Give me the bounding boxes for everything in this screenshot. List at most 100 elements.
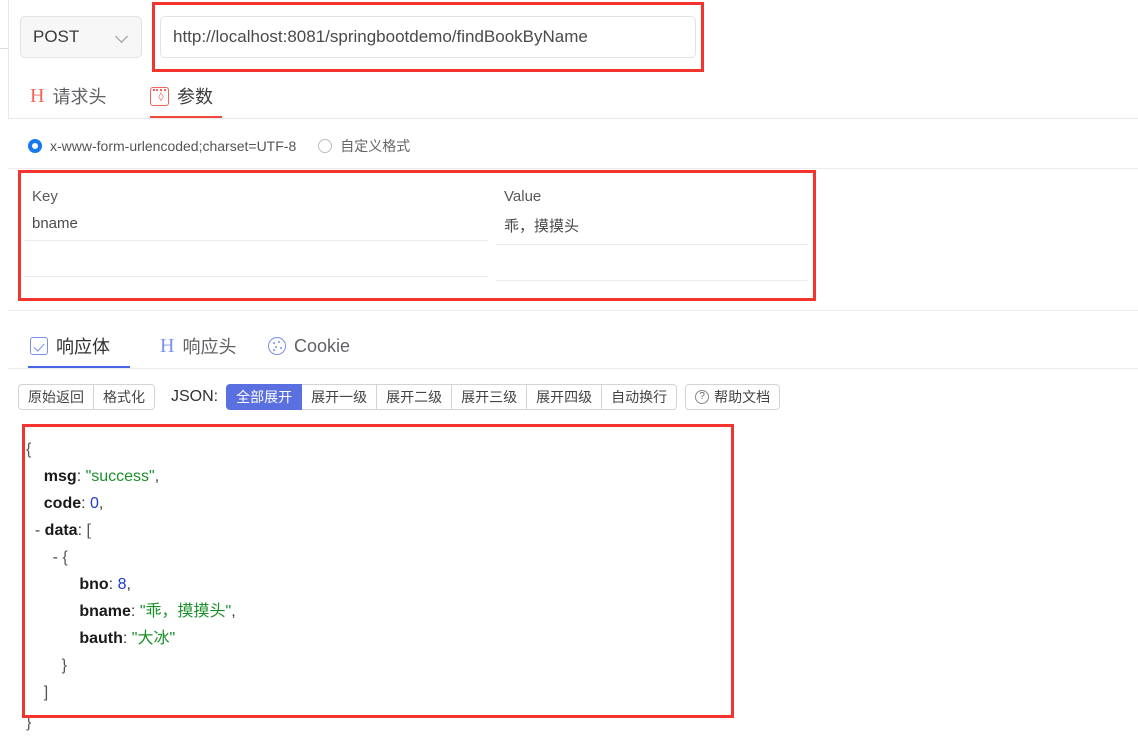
params-header-value: Value — [504, 188, 542, 205]
tab-response-headers-label: 响应头 — [182, 337, 237, 357]
tab-response-headers[interactable]: H 响应头 — [160, 324, 236, 368]
radio-unselected-icon — [318, 139, 333, 153]
request-tabs-divider — [8, 118, 1138, 119]
encoding-radio-group: x-www-form-urlencoded;charset=UTF-8 自定义格… — [28, 136, 410, 156]
tab-response-cookie[interactable]: Cookie — [268, 324, 350, 368]
params-cell-value-1[interactable] — [496, 245, 808, 281]
json-value: { — [62, 549, 68, 566]
json-line: - data: [ — [26, 517, 730, 544]
tab-response-body[interactable]: 响应体 — [30, 324, 110, 368]
json-comma: , — [98, 495, 104, 512]
request-url-row: POST http://localhost:8081/springbootdem… — [0, 8, 1138, 64]
json-line: ] — [26, 679, 730, 706]
format-button[interactable]: 格式化 — [94, 384, 155, 410]
json-value: } — [61, 657, 67, 674]
url-input-value: http://localhost:8081/springbootdemo/fin… — [173, 27, 588, 46]
json-value: [ — [86, 522, 91, 539]
json-line: bname: "乖，摸摸头", — [26, 598, 730, 625]
response-tabs-divider — [8, 368, 1138, 369]
json-toolbar: 原始返回 格式化 JSON: 全部展开 展开一级 展开二级 展开三级 展开四级 … — [18, 384, 781, 410]
json-value: ] — [43, 684, 49, 701]
json-key: msg — [43, 468, 77, 485]
json-line-indent — [26, 576, 79, 593]
json-line: code: 0, — [26, 490, 730, 517]
params-cell-key-0[interactable]: bname — [24, 205, 488, 241]
tab-response-body-label: 响应体 — [56, 337, 110, 357]
chevron-down-icon — [117, 31, 129, 43]
tab-response-cookie-label: Cookie — [294, 335, 351, 356]
json-comma: , — [126, 576, 131, 593]
code-brackets-icon — [150, 86, 169, 106]
tab-request-headers-label: 请求头 — [52, 87, 107, 107]
help-doc-button[interactable]: ? 帮助文档 — [685, 384, 781, 410]
json-line-indent — [26, 468, 44, 485]
cookie-icon — [268, 337, 286, 355]
json-line: bno: 8, — [26, 571, 730, 598]
json-key: bno — [79, 576, 109, 593]
expand-level-3-button[interactable]: 展开三级 — [452, 384, 528, 410]
json-key: bauth — [79, 630, 123, 647]
radio-custom-format-label: 自定义格式 — [340, 138, 411, 154]
params-cell-key-1[interactable] — [24, 241, 488, 277]
json-separator: : — [81, 495, 91, 512]
json-close-brace: } — [26, 714, 32, 731]
response-tabs: 响应体 H 响应头 Cookie — [0, 324, 1138, 370]
json-key: code — [43, 495, 82, 512]
json-line: msg: "success", — [26, 463, 730, 490]
http-method-value: POST — [33, 27, 80, 46]
header-h-icon: H — [30, 85, 45, 107]
json-line: bauth: "大冰" — [26, 625, 730, 652]
http-method-select[interactable]: POST — [20, 16, 142, 58]
json-line: } — [26, 652, 730, 679]
json-separator: : — [76, 468, 86, 485]
json-separator: : — [130, 603, 140, 620]
format-button-group: 原始返回 格式化 — [18, 384, 155, 410]
header-h-icon: H — [160, 335, 175, 357]
auto-wrap-button[interactable]: 自动换行 — [602, 384, 678, 410]
raw-response-button[interactable]: 原始返回 — [18, 384, 94, 410]
params-column-value: Value 乖，摸摸头 — [496, 170, 812, 281]
json-value: 0 — [90, 495, 99, 512]
encoding-divider — [8, 168, 1138, 169]
api-debug-page: POST http://localhost:8081/springbootdem… — [0, 0, 1138, 750]
json-open-brace: { — [26, 441, 32, 458]
json-lines: msg: "success", code: 0, - data: [ - { b… — [26, 463, 730, 706]
radio-custom-format[interactable]: 自定义格式 — [318, 136, 410, 156]
json-key: data — [44, 522, 78, 539]
json-value: "乖，摸摸头" — [139, 603, 232, 620]
json-line-indent — [26, 657, 62, 674]
tab-request-params-label: 参数 — [177, 87, 213, 107]
response-json-body[interactable]: { msg: "success", code: 0, - data: [ - {… — [26, 430, 730, 716]
params-section-divider — [8, 310, 1138, 311]
json-comma: , — [231, 603, 236, 620]
json-value: "success" — [85, 468, 155, 485]
expand-level-1-button[interactable]: 展开一级 — [302, 384, 378, 410]
radio-selected-icon — [28, 139, 42, 153]
params-header-key: Key — [32, 188, 58, 205]
tab-request-params[interactable]: 参数 — [150, 74, 213, 118]
question-circle-icon: ? — [695, 390, 710, 404]
json-separator: : — [108, 576, 118, 593]
json-collapse-toggle[interactable]: - — [26, 522, 45, 539]
expand-level-4-button[interactable]: 展开四级 — [527, 384, 603, 410]
help-doc-label: 帮助文档 — [714, 389, 771, 405]
radio-urlencoded[interactable]: x-www-form-urlencoded;charset=UTF-8 — [28, 138, 296, 154]
json-key: bname — [79, 603, 131, 620]
params-column-key: Key bname — [24, 170, 496, 277]
tab-request-headers[interactable]: H 请求头 — [30, 74, 106, 118]
expand-level-2-button[interactable]: 展开二级 — [377, 384, 453, 410]
checkbox-icon — [30, 337, 48, 355]
json-value: "大冰" — [131, 630, 176, 647]
expand-all-button[interactable]: 全部展开 — [226, 384, 303, 410]
json-line-indent — [26, 630, 79, 647]
request-tabs: H 请求头 参数 — [0, 74, 1138, 119]
json-label: JSON: — [171, 388, 219, 405]
json-line-indent — [26, 684, 44, 701]
json-line-indent — [26, 603, 79, 620]
url-input[interactable]: http://localhost:8081/springbootdemo/fin… — [160, 16, 696, 58]
json-collapse-toggle[interactable]: - — [26, 549, 62, 566]
params-table: Key bname Value 乖，摸摸头 — [18, 170, 816, 301]
expand-button-group: 全部展开 展开一级 展开二级 展开三级 展开四级 自动换行 — [226, 384, 678, 410]
json-separator: : — [122, 630, 132, 647]
params-cell-value-0[interactable]: 乖，摸摸头 — [496, 205, 808, 245]
